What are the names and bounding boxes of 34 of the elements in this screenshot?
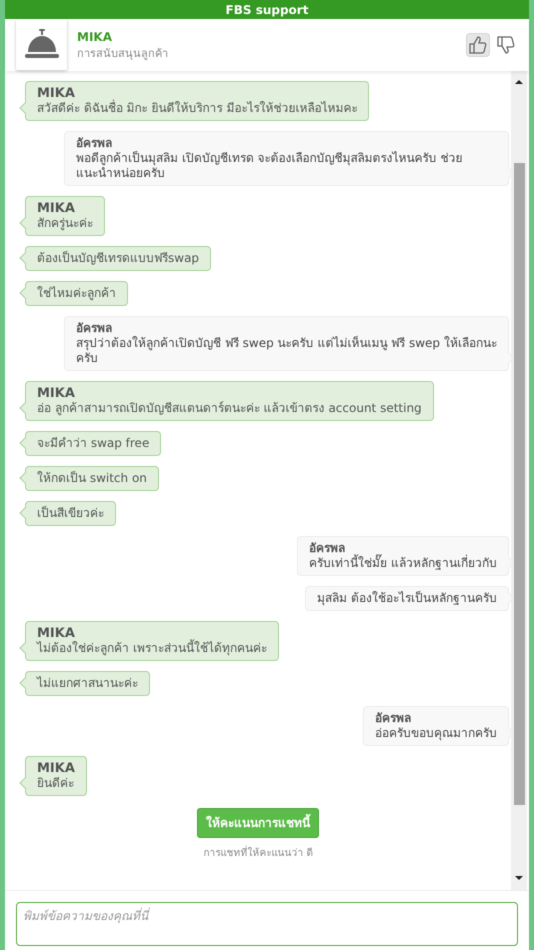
message-text: มุสลิม ต้องใช้อะไรเป็นหลักฐานครับ xyxy=(317,591,497,606)
message-text: อ่อ ลูกค้าสามารถเปิดบัญชีสแตนดาร์ตนะค่ะ แล้วเข้าตรง account setting xyxy=(37,401,422,416)
agent-name: MIKA xyxy=(77,28,113,46)
sender-name: MIKA xyxy=(37,201,76,216)
sender-name: อัครพล xyxy=(375,711,412,726)
message-text: เป็นสีเขียวค่ะ xyxy=(37,506,104,521)
message-text: ให้กดเป็น switch on xyxy=(37,471,147,486)
message-text: สักครู่นะค่ะ xyxy=(37,216,93,231)
message-text: ยินดีค่ะ xyxy=(37,776,75,791)
message-text: จะมีคำว่า swap free xyxy=(37,436,150,451)
sender-name: อัครพล xyxy=(76,136,113,150)
message-text: สรุปว่าต้องให้ลูกค้าเปิดบัญชี ฟรี swep นะครับ แต่ไม่เห็นเมนู ฟรี swep ให้เลือกนะครับ xyxy=(76,336,497,366)
message-text: พอดีลูกค้าเป็นมุสลิม เปิดบัญชีเทรด จะต้องเลือกบัญชีมุสลิมตรงไหนครับ ช่วยแนะนำหน่อยครับ xyxy=(76,151,464,181)
message-text: ครับเท่านี้ใช่มั๊ย แล้วหลักฐานเกี่ยวกับ xyxy=(309,556,497,571)
message-text: สวัสดีค่ะ ดิฉันชื่อ มิกะ ยินดีให้บริการ มีอะไรให้ช่วยเหลือไหมคะ xyxy=(37,101,358,116)
message-text: ใช่ไหมค่ะลูกค้า xyxy=(37,286,116,301)
agent-role: การสนับสนุนลูกค้า xyxy=(77,46,168,62)
sender-name: อัครพล xyxy=(76,321,113,336)
sender-name: อัครพล xyxy=(309,541,346,555)
bell-icon xyxy=(24,28,60,60)
message-text: ไม่ต้องใช่ค่ะลูกค้า เพราะส่วนนี้ใช้ได้ทุกคนค่ะ xyxy=(37,641,267,656)
sender-name: MIKA xyxy=(37,386,76,401)
scrollbar[interactable] xyxy=(511,71,527,890)
message-input[interactable]: พิมพ์ข้อความของคุณที่นี่ xyxy=(16,902,518,946)
message-text: ไม่แยกศาสนานะค่ะ xyxy=(37,676,138,691)
window-title: FBS support xyxy=(226,2,308,18)
thumbs-up-button[interactable] xyxy=(466,33,490,57)
rate-chat-button[interactable]: ให้คะแนนการแชทนี้ xyxy=(197,808,319,838)
sender-name: MIKA xyxy=(37,626,76,641)
sender-name: MIKA xyxy=(37,86,76,101)
message-text: อ่อครับขอบคุณมากครับ xyxy=(375,726,497,741)
rating-note: การแชทที่ให้คะแนนว่า ดี xyxy=(203,846,313,861)
sender-name: MIKA xyxy=(37,761,75,776)
message-text: ต้องเป็นบัญชีเทรดแบบฟรีswap xyxy=(37,251,200,266)
